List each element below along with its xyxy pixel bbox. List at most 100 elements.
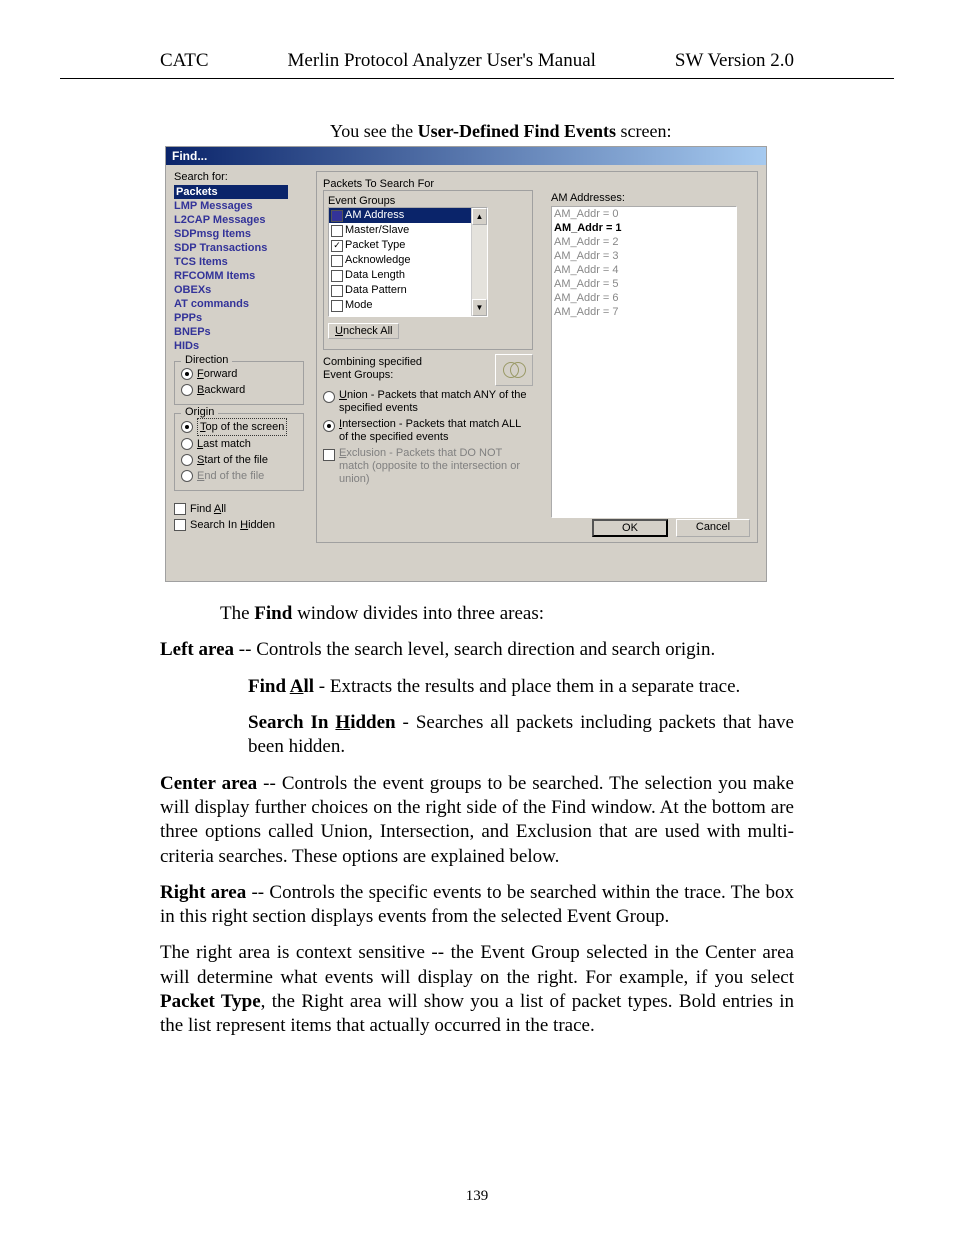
radio-label: ackward xyxy=(204,384,245,396)
list-item[interactable]: SDP Transactions xyxy=(174,242,267,254)
list-item[interactable]: AM_Addr = 0 xyxy=(554,207,734,221)
radio-intersection[interactable]: Intersection - Packets that match ALL of… xyxy=(323,418,533,444)
intro-text: You see the User-Defined Find Events scr… xyxy=(330,121,894,142)
scrollbar[interactable]: ▲ ▼ xyxy=(471,208,487,316)
list-item[interactable]: OBEXs xyxy=(174,284,211,296)
list-item[interactable]: AT commands xyxy=(174,298,249,310)
list-item[interactable]: AM_Addr = 1 xyxy=(554,221,734,235)
combining-section: Combining specified Event Groups: Union … xyxy=(323,356,533,486)
list-item[interactable]: SDPmsg Items xyxy=(174,228,251,240)
list-item[interactable]: Mode xyxy=(329,298,487,313)
radio-label: orward xyxy=(204,368,238,380)
combining-label: Combining specified Event Groups: xyxy=(323,356,433,382)
mnemonic: F xyxy=(197,368,204,380)
mnemonic: U xyxy=(339,389,347,401)
list-item[interactable]: PPPs xyxy=(174,312,202,324)
list-item[interactable]: Packets xyxy=(174,185,288,199)
list-item[interactable]: AM_Addr = 7 xyxy=(554,305,734,319)
list-item-label: Mode xyxy=(345,298,373,313)
list-item[interactable]: Acknowledge xyxy=(329,253,487,268)
checkbox-icon xyxy=(331,255,343,267)
text: -- Controls the search level, search dir… xyxy=(234,639,715,660)
event-groups-legend: Event Groups xyxy=(328,195,395,207)
uncheck-all-button[interactable]: Uncheck All xyxy=(328,323,399,339)
list-item-label: Data Pattern xyxy=(345,283,407,298)
scroll-down-icon[interactable]: ▼ xyxy=(472,299,487,316)
radio-forward[interactable]: Forward xyxy=(181,366,297,382)
body-text: The Find window divides into three areas… xyxy=(220,602,794,1039)
list-item[interactable]: LMP Messages xyxy=(174,200,253,212)
search-for-list[interactable]: Packets LMP Messages L2CAP Messages SDPm… xyxy=(174,185,304,353)
list-item[interactable]: AM_Addr = 6 xyxy=(554,291,734,305)
text: window divides into three areas: xyxy=(292,603,544,624)
radio-icon xyxy=(181,454,193,466)
button-label: ncheck All xyxy=(343,325,393,337)
direction-fieldset: Direction Forward Backward xyxy=(174,361,304,405)
cancel-button[interactable]: Cancel xyxy=(676,519,750,537)
mnemonic: H xyxy=(240,519,248,531)
origin-legend: Origin xyxy=(181,406,218,418)
radio-union[interactable]: Union - Packets that match ANY of the sp… xyxy=(323,389,533,415)
checkbox-exclusion[interactable]: Exclusion - Packets that DO NOT match (o… xyxy=(323,447,533,486)
list-item[interactable]: Data Pattern xyxy=(329,283,487,298)
intro-bold: User-Defined Find Events xyxy=(418,121,616,141)
am-addresses-list[interactable]: AM_Addr = 0 AM_Addr = 1 AM_Addr = 2 AM_A… xyxy=(551,206,737,518)
list-item[interactable]: Packet Type xyxy=(329,238,487,253)
list-item[interactable]: AM_Addr = 2 xyxy=(554,235,734,249)
radio-label: ast match xyxy=(203,438,251,450)
list-item[interactable]: AM_Addr = 4 xyxy=(554,263,734,277)
scroll-up-icon[interactable]: ▲ xyxy=(472,208,487,225)
list-item[interactable]: RFCOMM Items xyxy=(174,270,255,282)
list-item-label: Master/Slave xyxy=(345,223,409,238)
check-label-post: idden xyxy=(248,519,275,531)
radio-label: nion - Packets that match ANY of the spe… xyxy=(339,389,527,414)
list-item-label: Acknowledge xyxy=(345,253,410,268)
radio-backward[interactable]: Backward xyxy=(181,382,297,398)
radio-top-of-screen[interactable]: Top of the screen xyxy=(181,418,297,436)
radio-last-match[interactable]: Last match xyxy=(181,436,297,452)
radio-label: nd of the file xyxy=(204,470,264,482)
radio-icon xyxy=(181,384,193,396)
header-right: SW Version 2.0 xyxy=(675,50,794,72)
list-item[interactable]: BNEPs xyxy=(174,326,211,338)
check-label-pre: Find xyxy=(190,503,214,515)
list-item-label: Data Length xyxy=(345,268,405,283)
origin-fieldset: Origin Top of the screen Last match Star… xyxy=(174,413,304,491)
checkbox-icon xyxy=(331,240,343,252)
intro-pre: You see the xyxy=(330,121,418,141)
checkbox-icon xyxy=(331,210,343,222)
list-item[interactable]: L2CAP Messages xyxy=(174,214,266,226)
list-item[interactable]: HIDs xyxy=(174,340,199,352)
text: -- Controls the specific events to be se… xyxy=(160,882,794,927)
list-item[interactable]: TCS Items xyxy=(174,256,228,268)
list-item-label: AM Address xyxy=(345,208,404,223)
text-bold-underline: H xyxy=(335,712,350,733)
text-bold: idden xyxy=(350,712,395,733)
list-item[interactable]: Data Length xyxy=(329,268,487,283)
radio-label: xclusion - Packets that DO NOT match (op… xyxy=(339,447,520,485)
list-item[interactable]: Master/Slave xyxy=(329,223,487,238)
radio-end-of-file: End of the file xyxy=(181,468,297,484)
direction-legend: Direction xyxy=(181,354,232,366)
am-addresses-label: AM Addresses: xyxy=(551,192,751,204)
header-center: Merlin Protocol Analyzer User's Manual xyxy=(288,50,596,72)
event-groups-list[interactable]: AM Address Master/Slave Packet Type Ackn… xyxy=(328,207,488,317)
list-item[interactable]: AM_Addr = 3 xyxy=(554,249,734,263)
radio-icon xyxy=(181,438,193,450)
event-groups-fieldset: Event Groups AM Address Master/Slave Pac… xyxy=(323,190,533,350)
text-bold: Right area xyxy=(160,882,246,903)
checkbox-find-all[interactable]: Find All xyxy=(174,501,304,517)
text: - Extracts the results and place them in… xyxy=(314,676,740,697)
radio-icon xyxy=(181,421,193,433)
venn-diagram-icon xyxy=(495,354,533,386)
checkbox-icon xyxy=(323,449,335,461)
ok-button[interactable]: OK xyxy=(592,519,668,537)
radio-start-of-file[interactable]: Start of the file xyxy=(181,452,297,468)
list-item[interactable]: AM_Addr = 5 xyxy=(554,277,734,291)
checkbox-search-in-hidden[interactable]: Search In Hidden xyxy=(174,517,304,533)
check-label-post: ll xyxy=(221,503,226,515)
text-bold-underline: A xyxy=(290,676,304,697)
text-bold: Packet Type xyxy=(160,991,261,1012)
list-item[interactable]: AM Address xyxy=(329,208,487,223)
intro-post: screen: xyxy=(616,121,671,141)
